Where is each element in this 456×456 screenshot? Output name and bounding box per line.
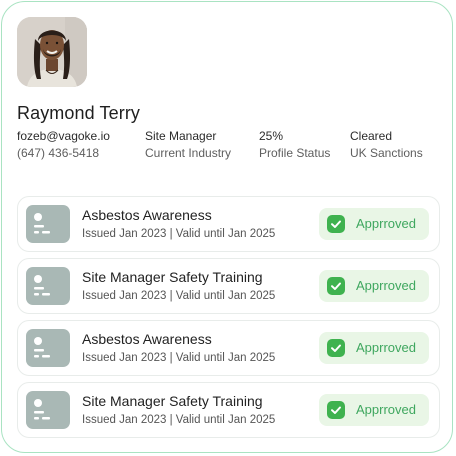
status-label: Apprroved <box>356 278 416 293</box>
certificate-icon <box>26 267 70 305</box>
profile-status-label: Profile Status <box>259 146 331 160</box>
check-circle-icon <box>327 215 345 233</box>
certificate-validity: Issued Jan 2023 | Valid until Jan 2025 <box>82 414 276 426</box>
status-badge: Apprroved <box>319 270 429 302</box>
certificate-validity: Issued Jan 2023 | Valid until Jan 2025 <box>82 290 276 302</box>
status-badge: Apprroved <box>319 208 429 240</box>
certificate-title: Asbestos Awareness <box>82 331 212 347</box>
avatar-photo <box>17 17 87 87</box>
certificate-row[interactable]: Asbestos Awareness Issued Jan 2023 | Val… <box>17 196 440 252</box>
phone-value[interactable]: (647) 436-5418 <box>17 145 110 162</box>
status-badge: Apprroved <box>319 394 429 426</box>
certificate-validity: Issued Jan 2023 | Valid until Jan 2025 <box>82 352 276 364</box>
certificate-icon <box>26 329 70 367</box>
industry-info: Site Manager Current Industry <box>145 128 231 162</box>
industry-value: Site Manager <box>145 129 217 143</box>
profile-name: Raymond Terry <box>17 103 141 123</box>
avatar[interactable] <box>17 17 87 87</box>
certificate-validity: Issued Jan 2023 | Valid until Jan 2025 <box>82 228 276 240</box>
email-value[interactable]: fozeb@vagoke.io <box>17 128 110 145</box>
certificate-icon <box>26 205 70 243</box>
sanctions-value: Cleared <box>350 129 393 143</box>
profile-card: Raymond Terry fozeb@vagoke.io (647) 436-… <box>1 1 453 453</box>
status-label: Apprroved <box>356 340 416 355</box>
certificate-title: Site Manager Safety Training <box>82 393 263 409</box>
certificate-title: Site Manager Safety Training <box>82 269 263 285</box>
status-label: Apprroved <box>356 216 416 231</box>
certificate-row[interactable]: Site Manager Safety Training Issued Jan … <box>17 382 440 438</box>
status-label: Apprroved <box>356 402 416 417</box>
certificate-row[interactable]: Site Manager Safety Training Issued Jan … <box>17 258 440 314</box>
sanctions-label: UK Sanctions <box>350 146 423 160</box>
status-badge: Apprroved <box>319 332 429 364</box>
certificate-row[interactable]: Asbestos Awareness Issued Jan 2023 | Val… <box>17 320 440 376</box>
profile-status-info: 25% Profile Status <box>259 128 330 162</box>
sanctions-info: Cleared UK Sanctions <box>350 128 423 162</box>
check-circle-icon <box>327 339 345 357</box>
profile-status-value: 25% <box>259 129 284 143</box>
certificate-title: Asbestos Awareness <box>82 207 212 223</box>
check-circle-icon <box>327 277 345 295</box>
contact-info: fozeb@vagoke.io (647) 436-5418 <box>17 128 110 162</box>
certificate-icon <box>26 391 70 429</box>
industry-label: Current Industry <box>145 146 232 160</box>
check-circle-icon <box>327 401 345 419</box>
